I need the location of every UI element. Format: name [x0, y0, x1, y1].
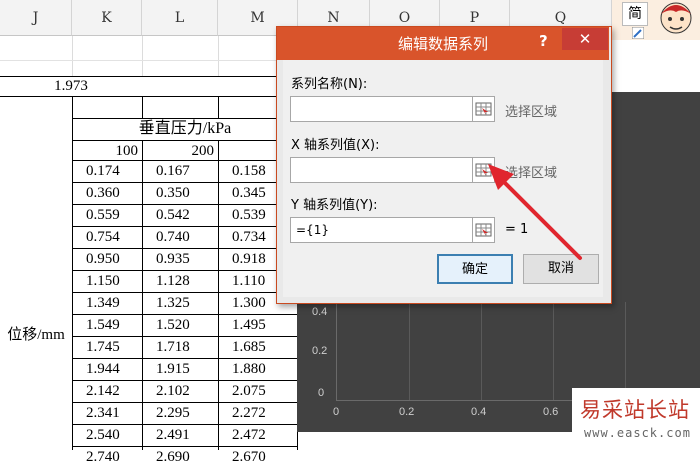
column-header-k[interactable]: K — [72, 0, 142, 36]
table-cell[interactable]: 1.520 — [143, 315, 218, 336]
header-vertical-pressure[interactable]: 垂直压力/kPa — [73, 118, 297, 140]
cell-value-1973[interactable]: 1.973 — [0, 77, 142, 96]
table-cell[interactable]: 2.670 — [219, 447, 297, 468]
table-cell[interactable]: 1.718 — [143, 337, 218, 358]
gridline — [625, 302, 626, 400]
row-label-displacement[interactable]: 位移/mm — [0, 320, 72, 350]
table-cell[interactable]: 0.167 — [143, 161, 218, 182]
ribbon-corner: 简 — [612, 0, 700, 40]
pressure-100[interactable]: 100 — [73, 140, 142, 160]
gridline — [409, 302, 410, 400]
x-values-input[interactable] — [290, 157, 473, 183]
table-cell[interactable]: 1.349 — [73, 293, 142, 314]
border-line — [218, 96, 219, 118]
table-cell[interactable]: 1.880 — [219, 359, 297, 380]
watermark-name: 易采站长站 — [580, 398, 690, 422]
gridline — [481, 302, 482, 400]
table-cell[interactable]: 0.360 — [73, 183, 142, 204]
border-line — [0, 96, 298, 97]
x-tick-label: 0.4 — [471, 406, 487, 418]
grid-line — [142, 36, 143, 76]
mascot-icon — [660, 2, 692, 34]
range-select-icon — [475, 102, 492, 116]
table-cell[interactable]: 2.142 — [73, 381, 142, 402]
table-cell[interactable]: 0.754 — [73, 227, 142, 248]
table-cell[interactable]: 2.075 — [219, 381, 297, 402]
pressure-200[interactable]: 200 — [143, 140, 218, 160]
table-cell[interactable]: 1.128 — [143, 271, 218, 292]
column-header-l[interactable]: L — [142, 0, 218, 36]
column-header-j[interactable]: J — [0, 0, 72, 36]
table-cell[interactable]: 2.740 — [73, 447, 142, 468]
table-cell[interactable]: 1.549 — [73, 315, 142, 336]
close-button[interactable]: ✕ — [562, 28, 608, 50]
x-tick-label: 0.2 — [399, 406, 415, 418]
select-range-text: 选择区域 — [505, 105, 558, 120]
watermark: 易采站长站 www.easck.com — [572, 388, 700, 450]
x-tick-label: 0.6 — [543, 406, 559, 418]
table-cell[interactable]: 2.690 — [143, 447, 218, 468]
help-button[interactable]: ? — [539, 32, 548, 50]
table-cell[interactable]: 2.341 — [73, 403, 142, 424]
x-values-label: X 轴系列值(X): — [291, 138, 380, 153]
table-cell[interactable]: 2.295 — [143, 403, 218, 424]
table-cell[interactable]: 1.685 — [219, 337, 297, 358]
table-cell[interactable]: 1.915 — [143, 359, 218, 380]
series-name-label: 系列名称(N): — [291, 77, 368, 92]
y-values-label: Y 轴系列值(Y): — [291, 198, 378, 213]
table-cell[interactable]: 1.944 — [73, 359, 142, 380]
dialog-title: 编辑数据系列 — [397, 35, 488, 53]
table-cell[interactable]: 0.950 — [73, 249, 142, 270]
x-tick-label: 0 — [333, 406, 340, 418]
table-cell[interactable]: 2.102 — [143, 381, 218, 402]
table-cell[interactable]: 2.491 — [143, 425, 218, 446]
y-tick-label: 0 — [318, 387, 325, 399]
simplified-chinese-button[interactable]: 简 — [622, 2, 648, 26]
gridline — [553, 302, 554, 400]
table-cell[interactable]: 0.559 — [73, 205, 142, 226]
watermark-url: www.easck.com — [584, 426, 691, 440]
y-tick-label: 0.4 — [312, 306, 328, 318]
grid-line — [72, 36, 73, 76]
table-cell[interactable]: 1.325 — [143, 293, 218, 314]
series-name-range-button[interactable] — [472, 96, 495, 122]
dialog-titlebar[interactable]: 编辑数据系列 ? ✕ — [277, 27, 609, 60]
table-cell[interactable]: 2.472 — [219, 425, 297, 446]
table-cell[interactable]: 0.935 — [143, 249, 218, 270]
table-cell[interactable]: 0.174 — [73, 161, 142, 182]
annotation-arrow — [488, 164, 582, 260]
plot-area[interactable] — [336, 302, 700, 401]
grid-line — [0, 60, 298, 61]
grid-line — [218, 36, 219, 76]
table-cell[interactable]: 1.150 — [73, 271, 142, 292]
border-line — [142, 96, 143, 118]
table-cell[interactable]: 1.745 — [73, 337, 142, 358]
table-cell[interactable]: 2.272 — [219, 403, 297, 424]
table-cell[interactable]: 2.540 — [73, 425, 142, 446]
table-cell[interactable]: 0.350 — [143, 183, 218, 204]
y-values-input[interactable]: ={1} — [290, 217, 473, 243]
table-cell[interactable]: 0.542 — [143, 205, 218, 226]
table-cell[interactable]: 0.740 — [143, 227, 218, 248]
y-tick-label: 0.2 — [312, 345, 328, 357]
table-cell[interactable]: 1.495 — [219, 315, 297, 336]
series-name-input[interactable] — [290, 96, 473, 122]
pencil-icon[interactable] — [632, 27, 644, 39]
